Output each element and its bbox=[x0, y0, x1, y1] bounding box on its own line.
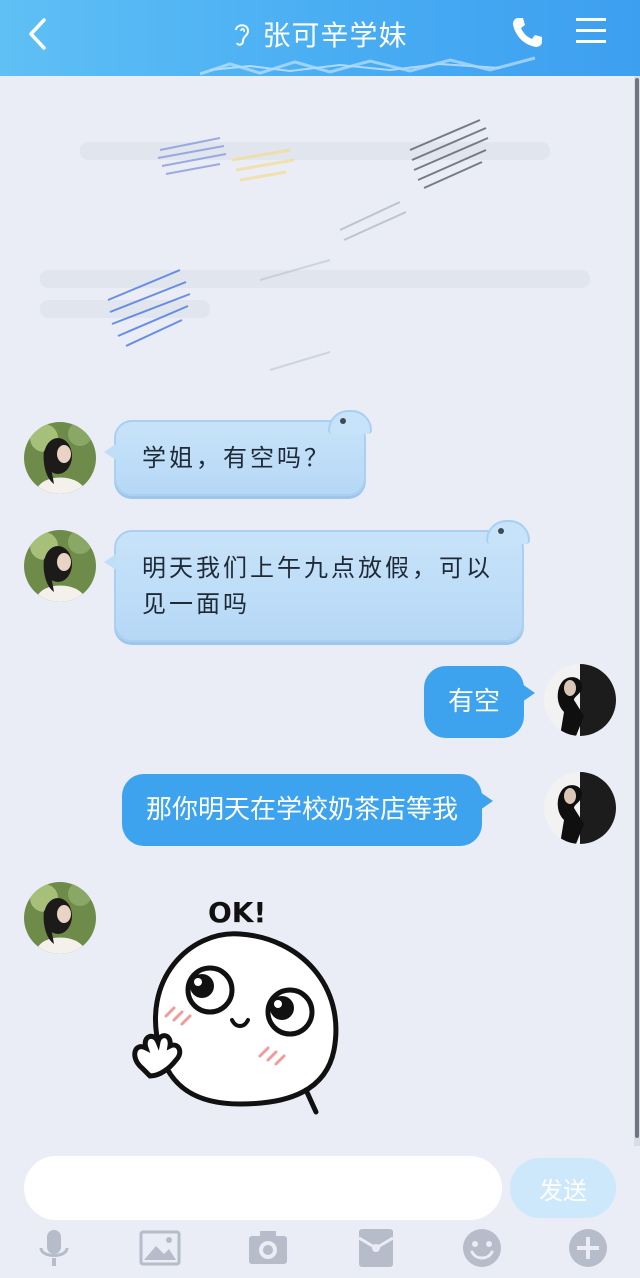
emoji-button[interactable] bbox=[460, 1226, 504, 1270]
bubble-tail bbox=[522, 684, 536, 702]
red-packet-icon bbox=[358, 1229, 394, 1267]
redacted-area bbox=[40, 119, 590, 371]
ear-icon bbox=[235, 24, 250, 46]
send-button[interactable]: 发送 bbox=[510, 1158, 616, 1218]
message-bubble-received[interactable]: 明天我们上午九点放假，可以见一面吗 bbox=[104, 520, 530, 642]
avatar-contact[interactable] bbox=[24, 530, 96, 602]
phone-icon bbox=[513, 18, 542, 47]
message-bubble-sent[interactable]: 那你明天在学校奶茶店等我 bbox=[122, 774, 494, 846]
message-text: 那你明天在学校奶茶店等我 bbox=[146, 795, 459, 825]
message-input[interactable] bbox=[24, 1156, 502, 1220]
composer-bar: 发送 bbox=[0, 1148, 640, 1278]
image-icon bbox=[139, 1230, 181, 1266]
message-bubble-received[interactable]: 学姐，有空吗？ bbox=[104, 410, 372, 496]
plus-icon bbox=[569, 1229, 607, 1267]
red-packet-button[interactable] bbox=[354, 1226, 398, 1270]
message-bubble-sent[interactable]: 有空 bbox=[424, 666, 536, 738]
contact-avatar-icon bbox=[24, 530, 96, 602]
avatar-contact[interactable] bbox=[24, 882, 96, 954]
bubble-tail bbox=[104, 554, 116, 570]
bubble-tail bbox=[480, 792, 494, 810]
bubble-ear bbox=[328, 410, 372, 434]
call-button[interactable] bbox=[510, 14, 544, 50]
scribble-decoration bbox=[200, 56, 536, 76]
contact-avatar-icon bbox=[24, 422, 96, 494]
avatar-self[interactable] bbox=[544, 664, 616, 736]
scrollbar-thumb[interactable] bbox=[635, 78, 639, 1138]
microphone-icon bbox=[39, 1230, 69, 1266]
message-text: 有空 bbox=[448, 687, 501, 717]
sticker-text: OK! bbox=[208, 896, 266, 929]
chat-header: 张可辛学妹 bbox=[0, 0, 640, 76]
avatar-contact[interactable] bbox=[24, 422, 96, 494]
camera-button[interactable] bbox=[246, 1226, 290, 1270]
more-button[interactable] bbox=[566, 1226, 610, 1270]
bubble-ear bbox=[486, 520, 530, 544]
emoji-icon bbox=[463, 1229, 501, 1267]
microphone-button[interactable] bbox=[32, 1226, 76, 1270]
message-text: 学姐，有空吗？ bbox=[142, 444, 331, 472]
contact-avatar-icon bbox=[24, 882, 96, 954]
message-text: 明天我们上午九点放假，可以见一面吗 bbox=[142, 554, 493, 618]
ok-sticker[interactable]: OK! bbox=[120, 890, 360, 1120]
avatar-self[interactable] bbox=[544, 772, 616, 844]
composer-toolbar bbox=[0, 1226, 640, 1278]
menu-button[interactable] bbox=[574, 14, 608, 48]
bubble-tail bbox=[104, 444, 116, 460]
menu-icon bbox=[576, 18, 606, 43]
self-avatar-icon bbox=[544, 772, 616, 844]
camera-icon bbox=[249, 1231, 287, 1264]
self-avatar-icon bbox=[544, 664, 616, 736]
image-button[interactable] bbox=[138, 1226, 182, 1270]
